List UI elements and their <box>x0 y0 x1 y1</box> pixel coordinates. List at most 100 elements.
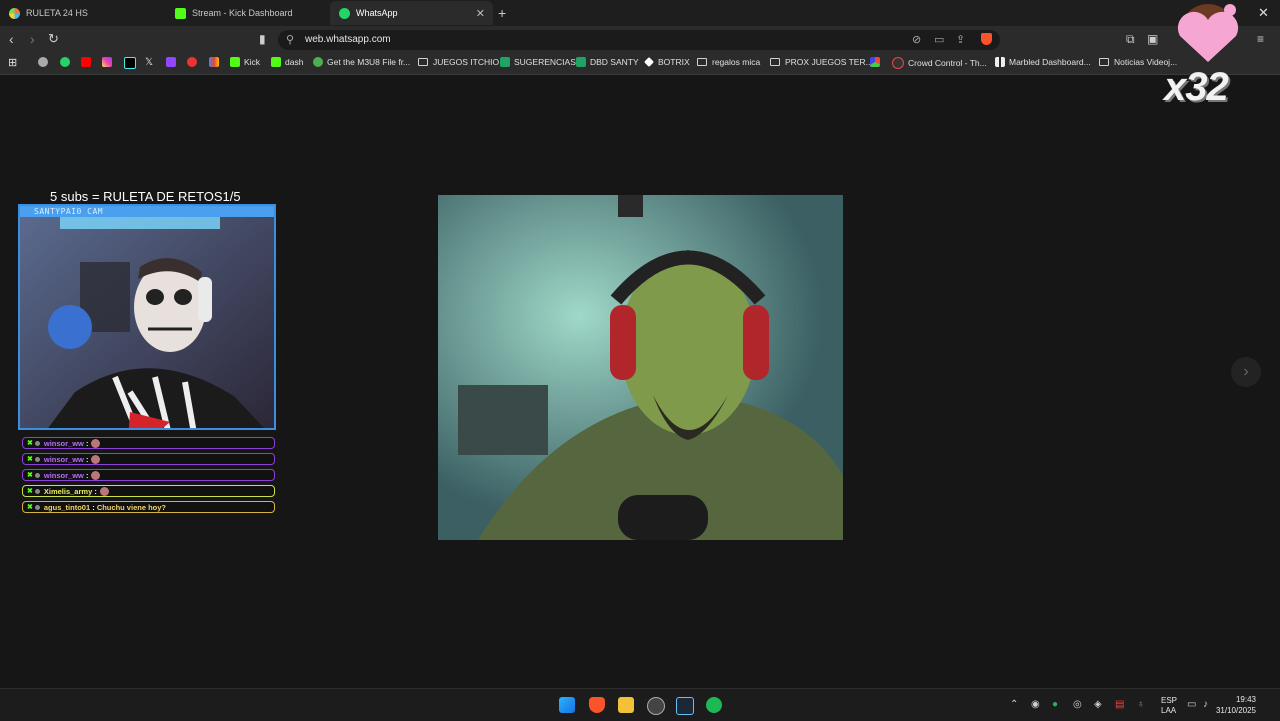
spotify-icon[interactable] <box>706 697 722 713</box>
folder-icon <box>697 58 707 66</box>
file-explorer-icon[interactable] <box>618 697 634 713</box>
wallet-icon[interactable]: ▣ <box>1147 31 1158 47</box>
tab-label: WhatsApp <box>356 8 398 18</box>
tab-kick-dashboard[interactable]: Stream - Kick Dashboard <box>166 1 330 25</box>
steam-icon[interactable] <box>676 697 694 715</box>
url-text[interactable]: web.whatsapp.com <box>305 34 391 45</box>
bookmark-kick[interactable]: Kick <box>230 57 260 67</box>
badge-icon <box>34 504 40 510</box>
bookmark-m3u8[interactable]: Get the M3U8 File fr... <box>313 57 410 67</box>
bookmark-label: SUGERENCIAS <box>514 57 576 67</box>
emote-icon <box>91 438 101 448</box>
tracking-off-icon[interactable]: ⊘ <box>912 33 921 46</box>
streamer-cam-frame: SANTYPAI0 CAM <box>18 204 276 430</box>
emote-icon <box>99 486 109 496</box>
kick-badge-icon: ✖ <box>27 472 33 479</box>
badge-icon <box>34 488 40 494</box>
bookmark-chrome-icon[interactable] <box>38 57 52 67</box>
speaker-icon[interactable]: ♪ <box>1203 699 1208 710</box>
chat-message: ✖ winsor_ww : <box>22 453 275 465</box>
whatsapp-icon <box>339 7 350 19</box>
clock-time[interactable]: 19:43 <box>1236 695 1256 704</box>
brave-shields-icon[interactable] <box>981 33 992 45</box>
bookmark-label: regalos mica <box>712 57 761 67</box>
bookmark-marbled-dashboard[interactable]: Marbled Dashboard... <box>995 57 1091 67</box>
bookmark-sugerencias[interactable]: SUGERENCIAS <box>500 57 576 67</box>
obs-tray-icon[interactable]: ◎ <box>1073 699 1082 710</box>
bookmark-dash[interactable]: dash <box>271 57 303 67</box>
recording-icon[interactable]: ▤ <box>1115 699 1124 710</box>
kick-icon <box>175 7 186 19</box>
steam-tray-icon[interactable]: ◈ <box>1094 699 1102 710</box>
overlay-title: 5 subs = RULETA DE RETOS1/5 <box>50 189 241 204</box>
keyboard-layout[interactable]: LAA <box>1161 706 1176 715</box>
language-indicator[interactable]: ESP <box>1161 696 1177 705</box>
back-icon[interactable]: ‹ <box>9 31 14 47</box>
badge-icon <box>34 456 40 462</box>
bookmark-botrix[interactable]: BOTRIX <box>644 57 690 67</box>
sticker-decoration <box>1177 4 1239 62</box>
cast-icon[interactable]: ▭ <box>934 33 944 46</box>
discord-icon[interactable]: ◉ <box>1031 699 1040 710</box>
chat-user: winsor_ww <box>43 438 84 448</box>
bookmark-juegos-itchio[interactable]: JUEGOS ITCHIO <box>418 57 499 67</box>
menu-icon[interactable]: ≡ <box>1257 31 1264 47</box>
crowd-control-icon <box>892 57 904 69</box>
kick-icon <box>271 57 281 67</box>
kick-icon <box>230 57 240 67</box>
network-icon[interactable]: ▭ <box>1187 699 1196 710</box>
tab-strip: RULETA 24 HS Stream - Kick Dashboard Wha… <box>0 0 1280 26</box>
extensions-icon[interactable]: ⧉ <box>1126 31 1135 47</box>
bookmark-bolt-icon[interactable] <box>187 57 201 67</box>
bookmark-tiktok-icon[interactable] <box>124 57 140 69</box>
check-circle-icon <box>313 57 323 67</box>
share-icon[interactable]: ⇪ <box>956 33 965 46</box>
microphone-icon[interactable]: ♁ <box>1137 699 1145 710</box>
tab-whatsapp[interactable]: WhatsApp ✕ <box>330 1 493 25</box>
chat-user: agus_tinto01 <box>43 502 91 512</box>
combo-counter: x32 <box>1164 65 1229 109</box>
bookmark-twitch-icon[interactable] <box>166 57 180 67</box>
tab-ruleta[interactable]: RULETA 24 HS <box>0 1 165 25</box>
bookmark-label: Marbled Dashboard... <box>1009 57 1091 67</box>
forward-icon[interactable]: › <box>30 31 35 47</box>
window-close-icon[interactable]: ✕ <box>1258 5 1269 21</box>
bookmark-gmail-icon[interactable] <box>209 57 223 67</box>
reload-icon[interactable]: ↻ <box>48 31 59 47</box>
bookmark-crowd-control[interactable]: Crowd Control - Th... <box>892 57 987 69</box>
bookmark-label: PROX JUEGOS TER... <box>785 57 873 67</box>
bookmark-x-icon[interactable]: 𝕏 <box>145 57 153 68</box>
brave-browser-icon[interactable] <box>589 697 605 713</box>
kick-badge-icon: ✖ <box>27 504 33 511</box>
spotify-tray-icon[interactable]: ● <box>1052 699 1058 710</box>
chevron-up-icon[interactable]: ⌃ <box>1010 699 1018 710</box>
bookmark-icon[interactable]: ▮ <box>259 31 266 47</box>
obs-icon[interactable] <box>647 697 665 715</box>
bookmark-whatsapp-icon[interactable] <box>60 57 74 67</box>
bookmark-label: DBD SANTY <box>590 57 639 67</box>
site-info-icon[interactable]: ⚲ <box>286 33 294 46</box>
bookmark-regalos-mica[interactable]: regalos mica <box>697 57 760 67</box>
windows-start-icon[interactable] <box>559 697 575 713</box>
bookmark-color-icon[interactable] <box>870 57 884 67</box>
bookmark-dbd-santy[interactable]: DBD SANTY <box>576 57 639 67</box>
bookmark-instagram-icon[interactable] <box>102 57 116 67</box>
badge-icon <box>34 440 40 446</box>
chevron-right-icon[interactable]: › <box>1231 357 1261 387</box>
emote-icon <box>91 454 101 464</box>
bookmark-youtube-icon[interactable] <box>81 57 95 67</box>
apps-grid-icon[interactable]: ⊞ <box>8 56 17 69</box>
folder-icon <box>418 58 428 66</box>
chat-message: ✖ Ximelis_army : <box>22 485 275 497</box>
bookmark-prox-juegos[interactable]: PROX JUEGOS TER... <box>770 57 873 67</box>
bookmarks-bar: ⊞ 𝕏 Kick dash Get the M3U8 File fr... JU… <box>0 53 1280 75</box>
bookmark-label: JUEGOS ITCHIO <box>433 57 500 67</box>
chat-user: winsor_ww <box>43 454 84 464</box>
clock-date[interactable]: 31/10/2025 <box>1216 706 1256 715</box>
kick-badge-icon: ✖ <box>27 488 33 495</box>
chat-message: ✖ winsor_ww : <box>22 469 275 481</box>
new-tab-icon[interactable]: + <box>498 5 506 21</box>
cam-label: SANTYPAI0 CAM <box>34 207 104 216</box>
close-icon[interactable]: ✕ <box>476 7 485 20</box>
chat-message: ✖ winsor_ww : <box>22 437 275 449</box>
